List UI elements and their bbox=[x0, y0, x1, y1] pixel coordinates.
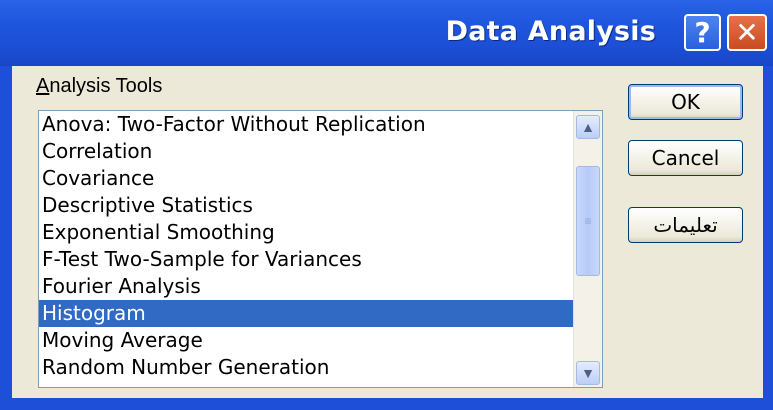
scroll-down-button[interactable]: ▼ bbox=[576, 361, 600, 385]
list-item[interactable]: Anova: Two-Factor Without Replication bbox=[39, 111, 574, 138]
analysis-tools-label-accesskey: A bbox=[36, 75, 50, 97]
list-item[interactable]: Moving Average bbox=[39, 327, 574, 354]
analysis-tools-label-rest: nalysis Tools bbox=[49, 75, 163, 97]
list-item-selected[interactable]: Histogram bbox=[39, 300, 574, 327]
dialog-body: Analysis Tools Anova: Two-Factor Without… bbox=[12, 66, 763, 398]
grip-icon: ≡ bbox=[584, 214, 592, 228]
vertical-scrollbar[interactable]: ▲ ≡ ▼ bbox=[573, 111, 602, 387]
chevron-up-icon: ▲ bbox=[581, 119, 595, 135]
list-item[interactable]: Random Number Generation bbox=[39, 354, 574, 381]
chevron-down-icon: ▼ bbox=[581, 365, 595, 381]
window-title: Data Analysis bbox=[445, 16, 656, 47]
close-icon: ✕ bbox=[735, 16, 759, 49]
close-button[interactable]: ✕ bbox=[727, 14, 767, 51]
list-item[interactable]: Correlation bbox=[39, 138, 574, 165]
list-item[interactable]: Descriptive Statistics bbox=[39, 192, 574, 219]
scroll-thumb[interactable]: ≡ bbox=[576, 166, 600, 276]
list-item[interactable]: Covariance bbox=[39, 165, 574, 192]
list-item[interactable]: Fourier Analysis bbox=[39, 273, 574, 300]
analysis-tools-items: Anova: Two-Factor Without Replication Co… bbox=[39, 111, 574, 387]
help-title-button[interactable]: ? bbox=[684, 14, 721, 51]
help-button[interactable]: تعليمات bbox=[628, 207, 743, 243]
ok-button[interactable]: OK bbox=[628, 84, 743, 120]
list-item[interactable]: Exponential Smoothing bbox=[39, 219, 574, 246]
analysis-tools-listbox[interactable]: Anova: Two-Factor Without Replication Co… bbox=[38, 110, 603, 388]
data-analysis-dialog: Data Analysis ? ✕ Analysis Tools Anova: … bbox=[0, 0, 773, 410]
list-item[interactable]: F-Test Two-Sample for Variances bbox=[39, 246, 574, 273]
scroll-up-button[interactable]: ▲ bbox=[576, 115, 600, 139]
analysis-tools-label: Analysis Tools bbox=[36, 75, 162, 98]
title-bar[interactable]: Data Analysis ? ✕ bbox=[0, 0, 773, 66]
question-mark-icon: ? bbox=[694, 16, 711, 49]
cancel-button[interactable]: Cancel bbox=[628, 140, 743, 176]
